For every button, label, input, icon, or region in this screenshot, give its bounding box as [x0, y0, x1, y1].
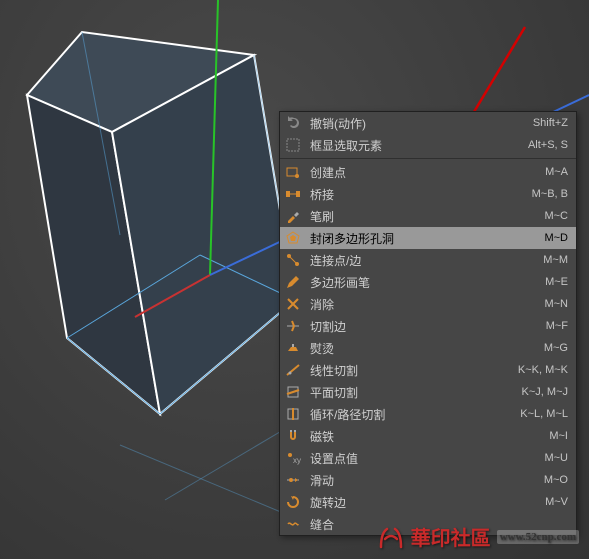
menu-item-shortcut: M~F [546, 320, 568, 332]
watermark-logo [377, 525, 405, 549]
menu-item-label: 桥接 [310, 186, 532, 203]
stitch-icon [284, 515, 302, 533]
menu-item-label: 撤销(动作) [310, 115, 533, 132]
menu-item[interactable]: 循环/路径切割K~L, M~L [280, 403, 576, 425]
menu-item-label: 循环/路径切割 [310, 406, 520, 423]
iron-icon [284, 339, 302, 357]
watermark-url: www.52cnp.com [497, 530, 579, 544]
menu-item[interactable]: 连接点/边M~M [280, 249, 576, 271]
menu-item[interactable]: 创建点M~A [280, 161, 576, 183]
menu-item-label: 框显选取元素 [310, 137, 528, 154]
slide-icon [284, 471, 302, 489]
plane-cut-icon [284, 383, 302, 401]
menu-item-shortcut: M~O [544, 474, 568, 486]
spin-edge-icon [284, 493, 302, 511]
connect-icon [284, 251, 302, 269]
menu-item[interactable]: 多边形画笔M~E [280, 271, 576, 293]
menu-item-label: 消除 [310, 296, 544, 313]
menu-item-label: 滑动 [310, 472, 544, 489]
watermark: 華印社區 www.52cnp.com [377, 522, 579, 551]
close-hole-icon [284, 229, 302, 247]
menu-item-label: 磁铁 [310, 428, 549, 445]
menu-item-label: 平面切割 [310, 384, 522, 401]
menu-item[interactable]: 滑动M~O [280, 469, 576, 491]
menu-item-shortcut: M~C [544, 210, 568, 222]
menu-item-label: 线性切割 [310, 362, 518, 379]
menu-item[interactable]: 消除M~N [280, 293, 576, 315]
polypen-icon [284, 273, 302, 291]
set-point-icon: xy [284, 449, 302, 467]
menu-item-shortcut: M~I [549, 430, 568, 442]
menu-item-label: 笔刷 [310, 208, 544, 225]
edge-cut-icon [284, 317, 302, 335]
frame-icon [284, 136, 302, 154]
undo-icon [284, 114, 302, 132]
brush-icon [284, 207, 302, 225]
menu-item-shortcut: M~V [545, 496, 568, 508]
menu-item-shortcut: Shift+Z [533, 117, 568, 129]
menu-item[interactable]: 熨烫M~G [280, 337, 576, 359]
menu-item[interactable]: 封闭多边形孔洞M~D [280, 227, 576, 249]
menu-item-shortcut: M~E [545, 276, 568, 288]
menu-item[interactable]: 平面切割K~J, M~J [280, 381, 576, 403]
dissolve-icon [284, 295, 302, 313]
menu-item[interactable]: 桥接M~B, B [280, 183, 576, 205]
create-point-icon [284, 163, 302, 181]
menu-item[interactable]: 笔刷M~C [280, 205, 576, 227]
menu-item-shortcut: M~B, B [532, 188, 568, 200]
menu-item-label: 旋转边 [310, 494, 545, 511]
menu-item-label: 多边形画笔 [310, 274, 545, 291]
bridge-icon [284, 185, 302, 203]
menu-item-shortcut: Alt+S, S [528, 139, 568, 151]
loop-cut-icon [284, 405, 302, 423]
menu-item-shortcut: K~K, M~K [518, 364, 568, 376]
menu-item[interactable]: 旋转边M~V [280, 491, 576, 513]
menu-item-shortcut: M~D [544, 232, 568, 244]
menu-item[interactable]: 线性切割K~K, M~K [280, 359, 576, 381]
menu-item-label: 封闭多边形孔洞 [310, 230, 544, 247]
context-menu[interactable]: 撤销(动作)Shift+Z框显选取元素Alt+S, S创建点M~A桥接M~B, … [279, 111, 577, 536]
menu-item[interactable]: xy 设置点值M~U [280, 447, 576, 469]
menu-item-shortcut: M~U [544, 452, 568, 464]
menu-item[interactable]: 切割边M~F [280, 315, 576, 337]
menu-item-label: 设置点值 [310, 450, 544, 467]
menu-item-shortcut: M~A [545, 166, 568, 178]
menu-item-shortcut: K~J, M~J [522, 386, 568, 398]
menu-item-shortcut: K~L, M~L [520, 408, 568, 420]
menu-item-shortcut: M~M [543, 254, 568, 266]
menu-item-label: 熨烫 [310, 340, 544, 357]
magnet-icon [284, 427, 302, 445]
menu-item-shortcut: M~N [544, 298, 568, 310]
menu-item[interactable]: 框显选取元素Alt+S, S [280, 134, 576, 156]
svg-text:xy: xy [293, 456, 301, 465]
menu-item[interactable]: 撤销(动作)Shift+Z [280, 112, 576, 134]
menu-item-shortcut: M~G [544, 342, 568, 354]
menu-item-label: 连接点/边 [310, 252, 543, 269]
menu-separator [280, 158, 576, 159]
watermark-text: 華印社區 [411, 522, 491, 551]
line-cut-icon [284, 361, 302, 379]
menu-item-label: 切割边 [310, 318, 546, 335]
menu-item-label: 创建点 [310, 164, 545, 181]
menu-item[interactable]: 磁铁M~I [280, 425, 576, 447]
